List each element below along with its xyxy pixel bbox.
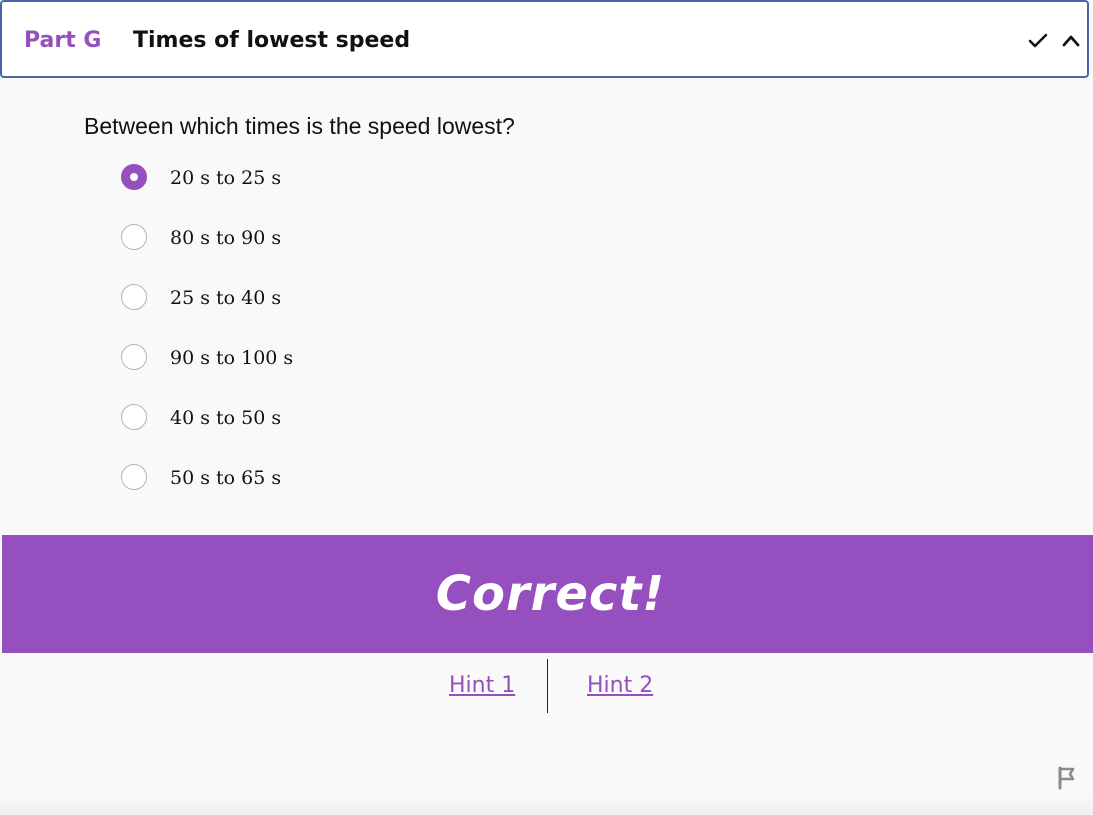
option-label: 25 s to 40 s xyxy=(170,287,282,309)
radio-button[interactable] xyxy=(121,344,147,370)
option-label: 50 s to 65 s xyxy=(170,467,282,489)
option-label: 40 s to 50 s xyxy=(170,407,282,429)
hints-bar: Hint 1 Hint 2 xyxy=(0,659,1093,713)
radio-button[interactable] xyxy=(121,224,147,250)
part-label: Part G xyxy=(24,28,102,53)
option-label: 80 s to 90 s xyxy=(170,227,282,249)
question-text: Between which times is the speed lowest? xyxy=(84,113,515,139)
radio-button[interactable] xyxy=(121,284,147,310)
checkmark-icon xyxy=(1027,30,1049,52)
answer-option[interactable]: 50 s to 65 s xyxy=(121,464,293,524)
answer-option[interactable]: 90 s to 100 s xyxy=(121,344,293,404)
answer-option[interactable]: 40 s to 50 s xyxy=(121,404,293,464)
option-label: 20 s to 25 s xyxy=(170,167,282,189)
part-header[interactable]: Part G Times of lowest speed xyxy=(0,0,1089,78)
bottom-edge xyxy=(0,795,1093,815)
radio-button[interactable] xyxy=(121,404,147,430)
answer-option[interactable]: 25 s to 40 s xyxy=(121,284,293,344)
option-label: 90 s to 100 s xyxy=(170,347,294,369)
hint-1-link[interactable]: Hint 1 xyxy=(449,673,515,698)
feedback-text: Correct! xyxy=(435,566,666,622)
radio-button-selected[interactable] xyxy=(121,164,147,190)
chevron-up-icon[interactable] xyxy=(1060,30,1082,52)
part-title: Times of lowest speed xyxy=(133,28,411,53)
hint-divider xyxy=(547,659,548,713)
flag-icon[interactable] xyxy=(1057,766,1077,790)
feedback-banner: Correct! xyxy=(2,535,1093,653)
answer-option[interactable]: 80 s to 90 s xyxy=(121,224,293,284)
answer-option[interactable]: 20 s to 25 s xyxy=(121,164,293,224)
hint-2-link[interactable]: Hint 2 xyxy=(587,673,653,698)
answer-options: 20 s to 25 s 80 s to 90 s 25 s to 40 s 9… xyxy=(121,164,293,524)
radio-button[interactable] xyxy=(121,464,147,490)
